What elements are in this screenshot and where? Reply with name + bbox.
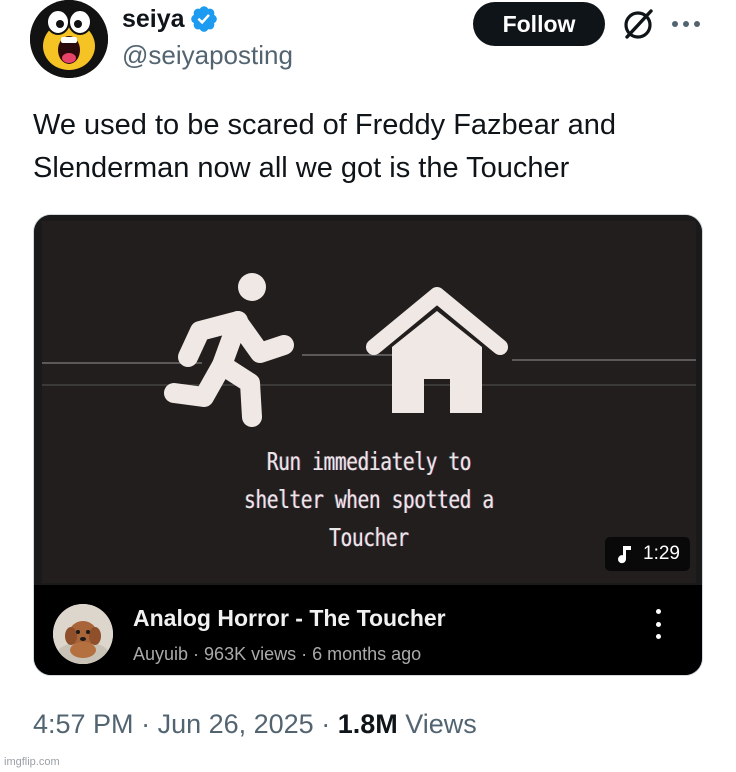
vertical-more-icon[interactable] xyxy=(651,609,665,639)
video-info-bar: Analog Horror - The Toucher Auyuib · 963… xyxy=(34,585,702,675)
music-note-icon xyxy=(618,546,631,564)
tweet-views-label: Views xyxy=(405,709,477,739)
video-age: 6 months ago xyxy=(312,644,422,664)
video-player[interactable]: Run immediately to shelter when spotted … xyxy=(34,215,702,585)
tweet-text-line-2: Slenderman now all we got is the Toucher xyxy=(33,152,570,184)
tweet-time[interactable]: 4:57 PM xyxy=(33,709,134,739)
video-meta: Auyuib · 963K views · 6 months ago xyxy=(133,644,422,664)
dog-photo-icon xyxy=(53,604,113,664)
author-avatar[interactable] xyxy=(30,0,108,78)
video-views: 963K views xyxy=(204,644,297,664)
video-caption-line-3: Toucher xyxy=(329,523,409,552)
tweet-date[interactable]: Jun 26, 2025 xyxy=(158,709,314,739)
grok-icon[interactable] xyxy=(620,6,656,42)
house-icon xyxy=(366,287,508,413)
duration-badge: 1:29 xyxy=(605,537,690,571)
watermark: imgflip.com xyxy=(4,756,60,768)
tweet-views-count: 1.8M xyxy=(337,709,398,739)
video-caption-line-1: Run immediately to xyxy=(266,447,472,476)
tweet-text: We used to be scared of Freddy Fazbear a… xyxy=(33,104,703,190)
tweet-text-line-1: We used to be scared of Freddy Fazbear a… xyxy=(33,109,617,141)
video-title[interactable]: Analog Horror - The Toucher xyxy=(133,605,446,632)
video-frame: Run immediately to shelter when spotted … xyxy=(42,221,696,583)
tweet-meta: 4:57 PM · Jun 26, 2025 · 1.8M Views xyxy=(33,709,477,739)
author-name[interactable]: seiya xyxy=(122,4,219,34)
video-channel[interactable]: Auyuib xyxy=(133,644,188,664)
follow-button[interactable]: Follow xyxy=(473,2,605,46)
yellow-cartoon-face-icon xyxy=(30,0,108,78)
duration-text: 1:29 xyxy=(643,543,680,564)
channel-avatar[interactable] xyxy=(53,604,113,664)
author-handle[interactable]: @seiyaposting xyxy=(122,40,293,71)
author-name-text[interactable]: seiya xyxy=(122,5,185,34)
video-caption: Run immediately to shelter when spotted … xyxy=(114,443,624,557)
more-horizontal-icon[interactable] xyxy=(668,10,704,38)
verified-badge-icon xyxy=(190,6,217,32)
glitch-line xyxy=(512,359,696,361)
running-person-icon xyxy=(164,273,294,427)
video-card[interactable]: Run immediately to shelter when spotted … xyxy=(33,214,703,676)
video-caption-line-2: shelter when spotted a xyxy=(244,485,494,514)
